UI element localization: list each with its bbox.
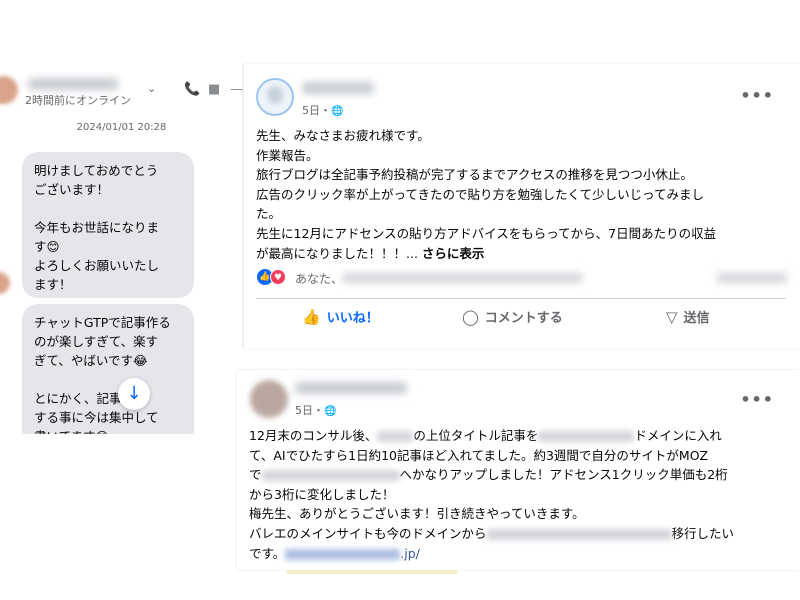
post-text-line: 12月末のコンサル後、 の上位タイトル記事を ドメインに入れ	[249, 426, 789, 446]
redacted-text	[377, 431, 414, 442]
post-body: 先生、みなさまお疲れ様です。 作業報告。 旅行ブログは全記事予約投稿が完了するま…	[256, 126, 786, 263]
like-label: いいね！	[326, 311, 379, 326]
comment-bubble-icon: ◯	[462, 307, 479, 326]
comment-count-blurred	[717, 273, 787, 283]
chat-header: 2時間前にオンライン ⌄ 📞 ■ —	[0, 72, 243, 112]
text-segment: 移行したい	[671, 525, 735, 541]
text-segment: へかなりアップしました！アドセンス1クリック単価も2桁	[399, 467, 728, 483]
post-time-text: 5日・	[302, 104, 331, 117]
globe-icon: 🌐	[331, 106, 344, 117]
text-segment: の上位タイトル記事を	[413, 428, 539, 443]
text-segment: 12月末のコンサル後、	[249, 428, 378, 443]
more-dots-icon[interactable]: •••	[740, 86, 774, 105]
sender-avatar	[0, 272, 10, 294]
redacted-text	[486, 528, 672, 540]
phone-icon[interactable]: 📞	[184, 82, 200, 97]
comment-label: コメントする	[484, 311, 563, 326]
facebook-post: 5日・🌐 ••• 先生、みなさまお疲れ様です。 作業報告。 旅行ブログは全記事予…	[244, 64, 800, 348]
messenger-chat-panel: 2時間前にオンライン ⌄ 📞 ■ — 2024/01/01 20:28 明けまし…	[0, 72, 243, 434]
post-text-line: で へかなりアップしました！アドセンス1クリック単価も2桁	[249, 465, 789, 485]
more-dots-icon[interactable]: •••	[740, 390, 774, 409]
thumbs-up-icon: 👍	[302, 307, 321, 326]
text-segment: バレエのメインサイトも今のドメインから	[249, 525, 487, 541]
send-icon: ▽	[666, 307, 678, 326]
post-action-bar: 👍 いいね！ ◯ コメントする ▽ 送信	[256, 298, 786, 337]
post-text-line: て、AIでひたすら1日約10記事ほど入れてました。約3週間で自分のサイトがMOZ	[249, 447, 709, 463]
chevron-down-icon[interactable]: ⌄	[147, 82, 156, 95]
video-icon[interactable]: ■	[208, 82, 220, 97]
cropped-edge	[287, 570, 457, 574]
chat-timestamp: 2024/01/01 20:28	[76, 122, 167, 133]
like-button[interactable]: 👍 いいね！	[302, 307, 379, 327]
redacted-text	[538, 431, 635, 442]
post-body: 12月末のコンサル後、 の上位タイトル記事を ドメインに入れ て、AIでひたすら1日…	[249, 426, 789, 563]
see-more-link[interactable]: さらに表示	[422, 246, 485, 261]
send-button[interactable]: ▽ 送信	[666, 307, 710, 327]
chat-message: チャットGTPで記事作る のが楽しすぎて、楽す ぎて、やばいです😂 とにかく、記…	[22, 304, 194, 434]
author-name-blurred[interactable]	[295, 382, 407, 394]
redacted-text	[261, 470, 400, 482]
author-avatar[interactable]	[256, 78, 294, 116]
chat-message: 明けましておめでとう ございます！ 今年もお世話になりま す😊 よろしくお願いい…	[22, 152, 194, 298]
arrow-down-icon[interactable]: ↓	[118, 378, 150, 410]
post-time[interactable]: 5日・🌐	[295, 402, 336, 418]
send-label: 送信	[683, 311, 710, 326]
reaction-names: あなた、	[295, 272, 344, 286]
post-time[interactable]: 5日・🌐	[302, 102, 343, 118]
post-text-line: 梅先生、ありがとうございます！引き続きやっていきます。	[249, 506, 585, 522]
reaction-names-blurred	[342, 273, 582, 283]
post-text: 先生、みなさまお疲れ様です。 作業報告。 旅行ブログは全記事予約投稿が完了するま…	[256, 128, 717, 261]
more-icon[interactable]: —	[230, 82, 243, 97]
facebook-post: 5日・🌐 ••• 12月末のコンサル後、 の上位タイトル記事を ドメインに入れ て、…	[237, 370, 800, 574]
love-reaction-icon: ♥	[270, 269, 286, 285]
author-avatar[interactable]	[250, 380, 288, 418]
post-text-line: から3桁に変化しました！	[249, 486, 395, 502]
post-text-line: です。 .jp/	[249, 544, 789, 564]
post-time-text: 5日・	[295, 404, 324, 417]
contact-status: 2時間前にオンライン	[25, 94, 131, 107]
text-segment: ドメインに入れ	[634, 428, 722, 443]
author-name-blurred[interactable]	[302, 82, 374, 94]
contact-name-blurred[interactable]	[28, 78, 118, 90]
globe-icon: 🌐	[324, 406, 337, 417]
link-blurred[interactable]	[285, 548, 401, 560]
url-link[interactable]: .jp/	[400, 546, 420, 561]
text-segment: です。	[249, 545, 286, 561]
comment-button[interactable]: ◯ コメントする	[462, 307, 563, 327]
post-text-line: バレエのメインサイトも今のドメインから 移行したい	[249, 524, 789, 544]
text-segment: で	[249, 467, 262, 483]
